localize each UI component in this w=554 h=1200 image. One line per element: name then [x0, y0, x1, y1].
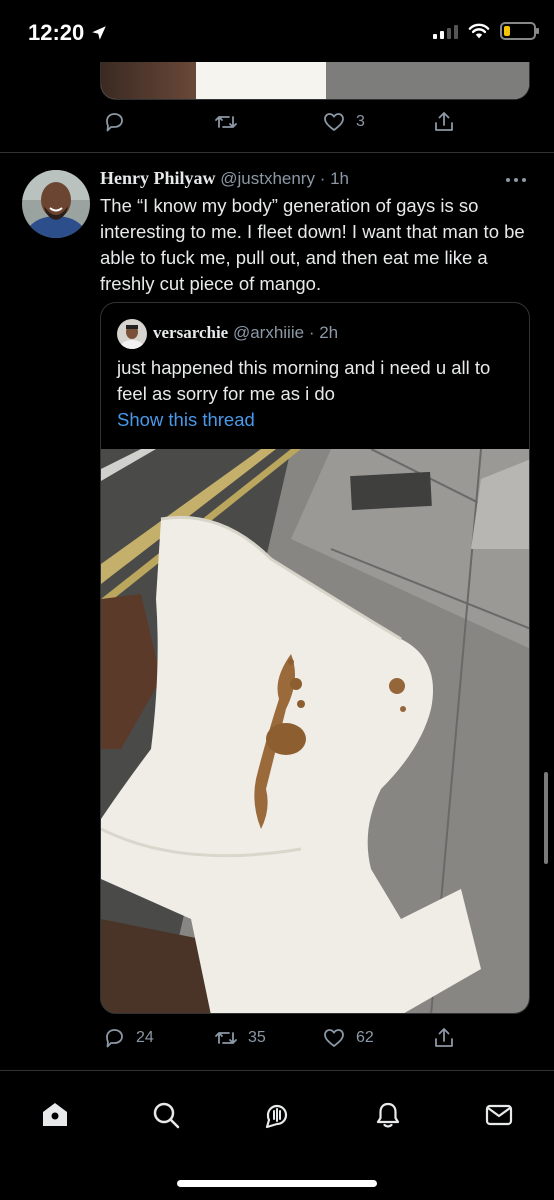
retweet-count: 35 [248, 1029, 266, 1046]
quoted-handle: @arxhiiie [232, 323, 305, 342]
status-bar: 12:20 [0, 0, 554, 66]
tweet-text: The “I know my body” generation of gays … [100, 195, 525, 294]
previous-share-button[interactable] [432, 110, 456, 134]
show-thread-link[interactable]: Show this thread [117, 409, 255, 431]
handle[interactable]: @justxhenry [220, 169, 315, 188]
retweet-button[interactable]: 35 [214, 1026, 266, 1050]
avatar[interactable] [22, 170, 90, 238]
tweet-header: Henry Philyaw @justxhenry · 1h [100, 168, 349, 189]
reply-icon [106, 113, 123, 132]
previous-reply-button[interactable] [102, 110, 126, 134]
previous-like-button[interactable]: 3 [322, 110, 365, 134]
status-indicators [433, 22, 539, 40]
reply-count: 24 [136, 1029, 154, 1046]
quoted-header: versarchie @arxhiiie · 2h [153, 323, 338, 343]
search-icon[interactable] [150, 1099, 182, 1131]
retweet-icon [215, 116, 237, 128]
reply-icon [106, 1029, 123, 1048]
share-icon [435, 112, 453, 131]
quoted-media-image[interactable] [101, 449, 530, 1014]
tweet-divider [0, 152, 554, 153]
quoted-timestamp: · 2h [308, 323, 339, 342]
spaces-icon[interactable] [261, 1099, 293, 1131]
location-arrow-icon [92, 26, 106, 40]
home-icon[interactable] [39, 1099, 71, 1131]
quoted-text: just happened this morning and i need u … [117, 357, 491, 404]
retweet-icon [215, 1032, 237, 1044]
more-icon[interactable] [504, 170, 528, 190]
notifications-icon[interactable] [372, 1099, 404, 1131]
previous-tweet-media[interactable] [100, 62, 530, 100]
wifi-icon [468, 23, 490, 39]
home-indicator[interactable] [177, 1180, 377, 1187]
display-name[interactable]: Henry Philyaw [100, 168, 216, 188]
like-icon [324, 1029, 344, 1047]
scrollbar[interactable] [544, 772, 548, 864]
cellular-signal-icon [433, 23, 458, 39]
like-count: 62 [356, 1029, 374, 1046]
messages-icon[interactable] [483, 1099, 515, 1131]
previous-like-count: 3 [356, 113, 365, 130]
quoted-tweet[interactable]: versarchie @arxhiiie · 2h just happened … [100, 302, 530, 1014]
like-button[interactable]: 62 [322, 1026, 374, 1050]
like-icon [324, 113, 344, 131]
status-time: 12:20 [28, 20, 85, 45]
share-icon [435, 1028, 453, 1047]
share-button[interactable] [432, 1026, 456, 1050]
battery-level [504, 26, 510, 36]
quoted-display-name: versarchie [153, 323, 229, 342]
previous-retweet-button[interactable] [214, 110, 238, 134]
reply-button[interactable]: 24 [102, 1026, 154, 1050]
battery-icon [500, 22, 539, 40]
quoted-avatar [117, 319, 147, 349]
timestamp: · 1h [319, 169, 350, 188]
